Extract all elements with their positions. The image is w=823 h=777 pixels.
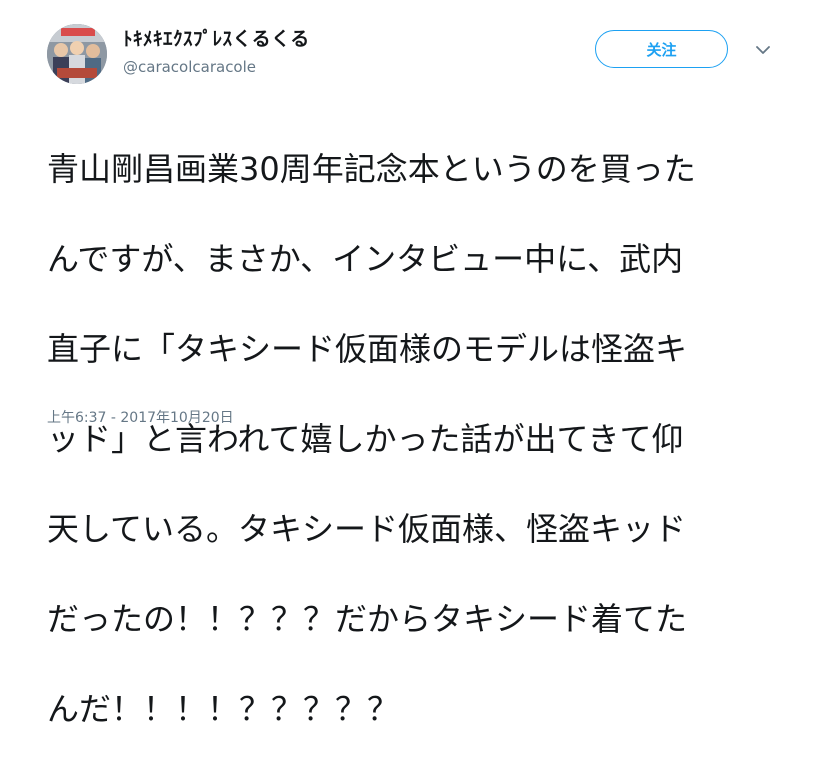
follow-button[interactable]: 关注 <box>595 30 728 68</box>
tweet-text-line: 天している。タキシード仮面様、怪盗キッド <box>47 510 687 548</box>
tweet-text-line: 直子に「タキシード仮面様のモデルは怪盗キ <box>47 330 688 368</box>
display-name[interactable]: ﾄｷﾒｷｴｸｽﾌﾟﾚｽくるくる <box>123 24 310 51</box>
avatar-image <box>47 24 107 84</box>
tweet-menu-button[interactable] <box>752 42 774 58</box>
avatar[interactable] <box>47 24 107 84</box>
tweet-timestamp[interactable]: 上午6:37 - 2017年10月20日 <box>47 407 234 427</box>
tweet-text: 青山剛昌画業30周年記念本というのを買った んですが、まさか、インタビュー中に、… <box>47 102 817 777</box>
tweet-text-line: だったの！！？？？だからタキシード着てた <box>47 600 688 638</box>
tweet-text-line: 青山剛昌画業30周年記念本というのを買った <box>47 150 696 188</box>
chevron-down-icon <box>756 45 770 54</box>
tweet-text-line: んだ！！！！？？？？？ <box>47 690 400 728</box>
user-handle[interactable]: @caracolcaracole <box>123 58 256 76</box>
tweet-text-line: んですが、まさか、インタビュー中に、武内 <box>47 240 684 278</box>
tweet-card: ﾄｷﾒｷｴｸｽﾌﾟﾚｽくるくる @caracolcaracole 关注 青山剛昌… <box>0 0 823 728</box>
